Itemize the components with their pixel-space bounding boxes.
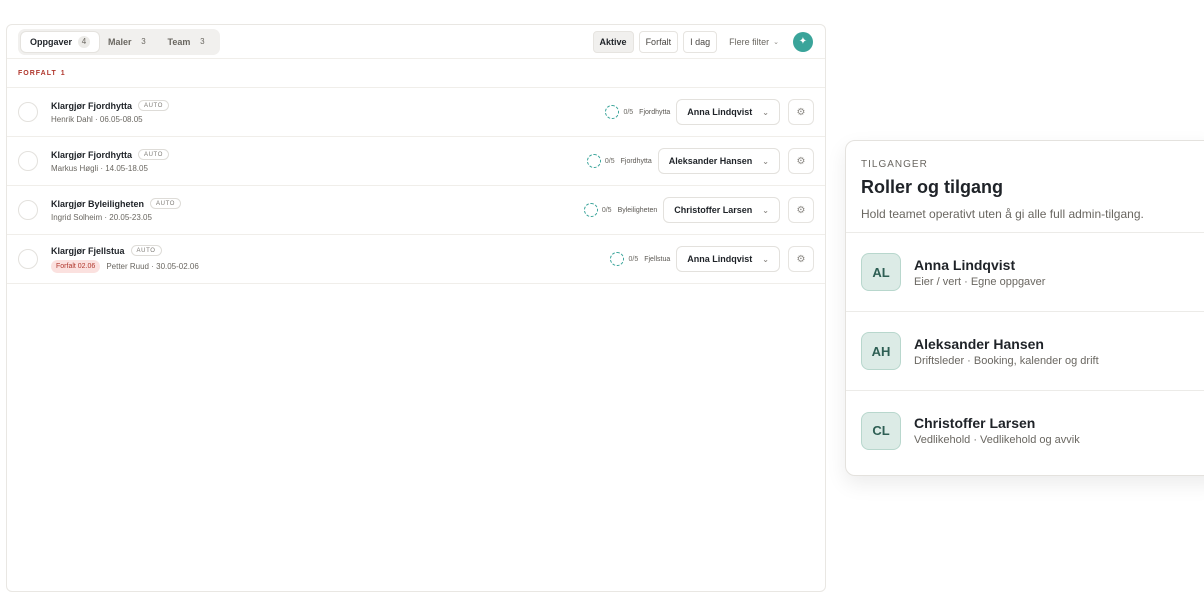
task-checkbox[interactable]: [18, 151, 38, 171]
checklist-progress: 0/5: [605, 105, 633, 119]
overdue-section-header: FORFALT 1: [7, 59, 825, 88]
chevron-down-icon: ⌄: [773, 38, 779, 46]
task-location: Fjordhytta: [639, 108, 671, 116]
task-meta: Petter Ruud · 30.05-02.06: [106, 262, 199, 271]
tasks-panel: Oppgaver 4 Maler 3 Team 3 Aktive Forfalt…: [6, 24, 826, 592]
tab-label: Oppgaver: [30, 36, 73, 47]
card-eyebrow: TILGANGER: [861, 159, 928, 170]
overdue-badge: Forfalt 02.06: [51, 260, 101, 273]
member-name: Aleksander Hansen: [914, 335, 1044, 352]
task-checkbox[interactable]: [18, 102, 38, 122]
tab-team[interactable]: Team 3: [159, 32, 218, 52]
task-row[interactable]: Klargjør Fjordhytta AUTO Henrik Dahl · 0…: [7, 88, 825, 137]
section-label: FORFALT: [18, 69, 57, 77]
tab-count: 3: [141, 37, 146, 46]
member-item[interactable]: AH Aleksander Hansen Driftsleder · Booki…: [846, 312, 1204, 391]
member-name: Christoffer Larsen: [914, 415, 1036, 431]
task-title: Klargjør Fjordhytta: [51, 149, 133, 160]
assignee-name: Anna Lindqvist: [687, 254, 753, 264]
task-checkbox[interactable]: [18, 249, 38, 269]
avatar: AL: [861, 253, 901, 291]
filter-active-button[interactable]: Aktive: [592, 30, 634, 53]
avatar: AH: [861, 332, 901, 370]
progress-text: 0/5: [623, 108, 634, 116]
view-tabs: Oppgaver 4 Maler 3 Team 3: [18, 28, 221, 55]
filter-today-button[interactable]: I dag: [683, 30, 718, 53]
section-count: 1: [60, 69, 66, 77]
more-filters-label: Flere filter: [729, 36, 770, 47]
assignee-select[interactable]: Aleksander Hansen ⌄: [657, 148, 780, 174]
filter-overdue-button[interactable]: Forfalt: [638, 30, 679, 53]
toolbar: Oppgaver 4 Maler 3 Team 3 Aktive Forfalt…: [7, 25, 825, 59]
checklist-progress: 0/5: [586, 154, 615, 168]
member-role: Driftsleder · Booking, kalender og drift: [914, 354, 1099, 367]
member-role: Eier / vert · Egne oppgaver: [914, 275, 1046, 288]
task-title: Klargjør Fjordhytta: [51, 100, 133, 111]
assignee-name: Christoffer Larsen: [674, 205, 753, 215]
sparkle-icon[interactable]: ✦: [793, 31, 813, 52]
auto-badge: AUTO: [138, 149, 169, 160]
assignee-name: Aleksander Hansen: [668, 156, 753, 166]
task-location: Fjordhytta: [620, 157, 652, 165]
auto-badge: AUTO: [130, 245, 162, 256]
member-list: AL Anna Lindqvist Eier / vert · Egne opp…: [846, 232, 1204, 470]
task-location: Fjellstua: [644, 255, 671, 263]
task-row[interactable]: Klargjør Fjellstua AUTO Forfalt 02.06 Pe…: [7, 235, 825, 284]
task-row[interactable]: Klargjør Byleiligheten AUTO Ingrid Solhe…: [7, 186, 825, 235]
task-meta: Ingrid Solheim · 20.05-23.05: [51, 213, 152, 222]
assignee-select[interactable]: Anna Lindqvist ⌄: [676, 246, 780, 272]
task-location: Byleiligheten: [617, 206, 658, 214]
gear-icon[interactable]: ⚙: [788, 99, 814, 125]
filter-bar: Aktive Forfalt I dag Flere filter ⌄ ✦: [592, 30, 813, 53]
tab-count: 4: [78, 35, 91, 48]
tab-count: 3: [200, 37, 205, 46]
assignee-select[interactable]: Christoffer Larsen ⌄: [663, 197, 780, 223]
chevron-down-icon: ⌄: [762, 107, 769, 117]
assignee-name: Anna Lindqvist: [687, 107, 753, 117]
task-title: Klargjør Fjellstua: [51, 245, 125, 256]
member-item[interactable]: CL Christoffer Larsen Vedlikehold · Vedl…: [846, 391, 1204, 470]
gear-icon[interactable]: ⚙: [788, 148, 814, 174]
avatar: CL: [861, 411, 901, 450]
task-title: Klargjør Byleiligheten: [51, 198, 145, 209]
chevron-down-icon: ⌄: [762, 205, 769, 215]
progress-text: 0/5: [604, 157, 615, 165]
progress-text: 0/5: [601, 206, 612, 214]
task-meta: Markus Høgli · 14.05-18.05: [51, 164, 148, 173]
auto-badge: AUTO: [150, 198, 181, 209]
member-name: Anna Lindqvist: [914, 256, 1016, 273]
task-meta: Henrik Dahl · 06.05-08.05: [51, 115, 143, 124]
checklist-progress: 0/5: [583, 203, 612, 217]
gear-icon[interactable]: ⚙: [788, 197, 814, 223]
auto-badge: AUTO: [138, 100, 169, 111]
more-filters-dropdown[interactable]: Flere filter ⌄: [722, 30, 786, 53]
roles-access-card: TILGANGER Roller og tilgang Hold teamet …: [845, 140, 1204, 476]
checklist-progress: 0/5: [610, 252, 638, 266]
card-subtitle: Hold teamet operativt uten å gi alle ful…: [861, 207, 1144, 221]
assignee-select[interactable]: Anna Lindqvist ⌄: [676, 99, 780, 125]
tab-oppgaver[interactable]: Oppgaver 4: [21, 31, 100, 52]
progress-ring-icon: [583, 203, 598, 217]
member-item[interactable]: AL Anna Lindqvist Eier / vert · Egne opp…: [846, 233, 1204, 312]
progress-text: 0/5: [628, 255, 639, 263]
task-checkbox[interactable]: [18, 200, 38, 220]
chevron-down-icon: ⌄: [762, 156, 769, 166]
progress-ring-icon: [586, 154, 601, 168]
progress-ring-icon: [605, 105, 620, 119]
tab-label: Team: [167, 36, 191, 47]
chevron-down-icon: ⌄: [762, 254, 769, 264]
card-title: Roller og tilgang: [861, 177, 1003, 197]
gear-icon[interactable]: ⚙: [788, 246, 814, 272]
progress-ring-icon: [610, 252, 625, 266]
tab-label: Maler: [108, 36, 132, 47]
task-row[interactable]: Klargjør Fjordhytta AUTO Markus Høgli · …: [7, 137, 825, 186]
tab-maler[interactable]: Maler 3: [99, 32, 159, 52]
member-role: Vedlikehold · Vedlikehold og avvik: [914, 434, 1080, 446]
